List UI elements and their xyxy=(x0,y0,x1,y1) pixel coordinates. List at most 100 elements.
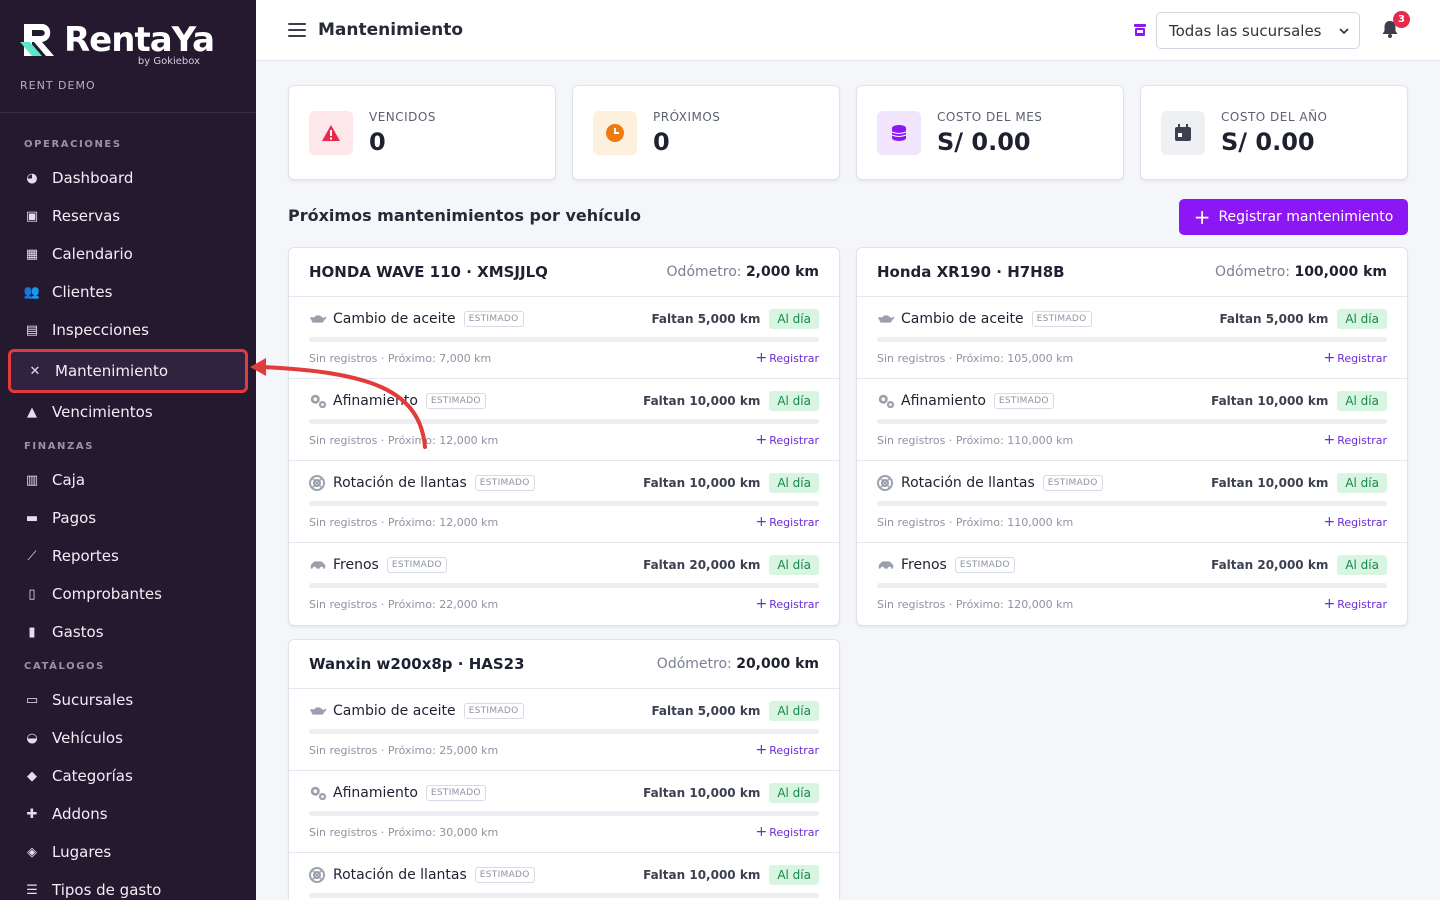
sidebar-item-pagos[interactable]: ▬ Pagos xyxy=(0,499,256,537)
stat-card: COSTO DEL AÑO S/ 0.00 xyxy=(1140,85,1408,180)
sidebar-item-label: Clientes xyxy=(52,283,113,301)
branch-select[interactable]: Todas las sucursales xyxy=(1156,12,1360,49)
sidebar: RentaYa by Gokiebox RENT DEMO OPERACIONE… xyxy=(0,0,256,900)
maintenance-row: Rotación de llantas ESTIMADO Faltan 10,0… xyxy=(289,853,839,900)
sidebar-item-reportes[interactable]: ⟋ Reportes xyxy=(0,537,256,575)
register-link[interactable]: + Registrar xyxy=(755,432,819,448)
sidebar-item-label: Lugares xyxy=(52,843,112,861)
store-icon: ▭ xyxy=(25,692,39,708)
register-link[interactable]: + Registrar xyxy=(1323,432,1387,448)
maintenance-info: Sin registros · Próximo: 120,000 km xyxy=(877,597,1074,611)
status-badge: Al día xyxy=(1337,473,1387,493)
cash-register-icon: ▥ xyxy=(25,472,39,488)
remaining-distance: Faltan 10,000 km xyxy=(643,868,761,882)
maintenance-name: Afinamiento xyxy=(901,393,986,409)
register-link[interactable]: + Registrar xyxy=(755,350,819,366)
sidebar-item-label: Calendario xyxy=(52,245,133,263)
sidebar-item-calendario[interactable]: ▦ Calendario xyxy=(0,235,256,273)
maintenance-info: Sin registros · Próximo: 30,000 km xyxy=(309,825,499,839)
stat-label: VENCIDOS xyxy=(369,109,436,124)
maintenance-name: Afinamiento xyxy=(333,785,418,801)
register-link[interactable]: + Registrar xyxy=(755,742,819,758)
chevron-down-icon xyxy=(1339,27,1349,34)
estimated-badge: ESTIMADO xyxy=(474,475,535,491)
sidebar-item-label: Tipos de gasto xyxy=(52,881,162,899)
register-link-label: Registrar xyxy=(1337,434,1387,447)
vehicle-card: Honda XR190 · H7H8B Odómetro: 100,000 km… xyxy=(856,247,1408,626)
calendar-icon: ▦ xyxy=(25,246,39,262)
sidebar-item-dashboard[interactable]: ◕ Dashboard xyxy=(0,159,256,197)
notification-badge: 3 xyxy=(1393,11,1410,28)
register-link[interactable]: + Registrar xyxy=(755,514,819,530)
sidebar-item-gastos[interactable]: ▮ Gastos xyxy=(0,613,256,651)
remaining-distance: Faltan 20,000 km xyxy=(1211,558,1329,572)
maintenance-info: Sin registros · Próximo: 7,000 km xyxy=(309,351,492,365)
sidebar-item-reservas[interactable]: ▣ Reservas xyxy=(0,197,256,235)
sidebar-item-vencimientos[interactable]: ▲ Vencimientos xyxy=(0,393,256,431)
map-marker-icon: ◈ xyxy=(27,844,37,860)
logo[interactable]: RentaYa xyxy=(20,20,236,60)
maintenance-info: Sin registros · Próximo: 12,000 km xyxy=(309,433,499,447)
register-maintenance-button[interactable]: + Registrar mantenimiento xyxy=(1179,199,1408,235)
plus-icon: + xyxy=(755,742,768,758)
sidebar-item-label: Addons xyxy=(52,805,108,823)
brand-name: RentaYa xyxy=(64,20,215,60)
brake-icon xyxy=(877,558,895,572)
progress-bar xyxy=(309,419,819,424)
progress-bar xyxy=(309,729,819,734)
sidebar-item-lugares[interactable]: ◈ Lugares xyxy=(0,833,256,871)
calendar-icon xyxy=(1161,110,1205,155)
sidebar-item-sucursales[interactable]: ▭ Sucursales xyxy=(0,681,256,719)
tools-icon: ✕ xyxy=(29,363,41,379)
maintenance-row: Cambio de aceite ESTIMADO Faltan 5,000 k… xyxy=(289,297,839,379)
register-link-label: Registrar xyxy=(769,434,819,447)
remaining-distance: Faltan 10,000 km xyxy=(643,476,761,490)
sidebar-item-clientes[interactable]: 👥 Clientes xyxy=(0,273,256,311)
register-link-label: Registrar xyxy=(769,826,819,839)
stat-card: COSTO DEL MES S/ 0.00 xyxy=(856,85,1124,180)
vehicle-name: Honda XR190 · H7H8B xyxy=(877,263,1065,281)
remaining-distance: Faltan 5,000 km xyxy=(651,704,761,718)
sidebar-item-tipos-de-gasto[interactable]: ☰ Tipos de gasto xyxy=(0,871,256,900)
sidebar-item-mantenimiento[interactable]: ✕ Mantenimiento xyxy=(8,349,248,393)
sidebar-item-comprobantes[interactable]: ▯ Comprobantes xyxy=(0,575,256,613)
warning-triangle-icon xyxy=(309,110,353,155)
brand: RentaYa by Gokiebox RENT DEMO xyxy=(0,0,256,113)
maintenance-row: Afinamiento ESTIMADO Faltan 10,000 km Al… xyxy=(289,379,839,461)
tags-icon: ◆ xyxy=(27,768,37,784)
register-link[interactable]: + Registrar xyxy=(1323,350,1387,366)
plus-icon: + xyxy=(755,514,768,530)
rentaya-logo-icon xyxy=(20,24,54,56)
sidebar-item-categor-as[interactable]: ◆ Categorías xyxy=(0,757,256,795)
progress-bar xyxy=(309,811,819,816)
status-badge: Al día xyxy=(769,391,819,411)
progress-bar xyxy=(877,583,1387,588)
maintenance-row: Afinamiento ESTIMADO Faltan 10,000 km Al… xyxy=(289,771,839,853)
remaining-distance: Faltan 10,000 km xyxy=(643,394,761,408)
remaining-distance: Faltan 10,000 km xyxy=(1211,394,1329,408)
page-title: Mantenimiento xyxy=(318,20,464,40)
status-badge: Al día xyxy=(769,473,819,493)
register-link-label: Registrar xyxy=(769,516,819,529)
sidebar-item-inspecciones[interactable]: ▤ Inspecciones xyxy=(0,311,256,349)
sidebar-item-addons[interactable]: ✚ Addons xyxy=(0,795,256,833)
oil-can-icon xyxy=(309,704,327,718)
dashboard-icon: ◕ xyxy=(26,170,38,186)
register-link[interactable]: + Registrar xyxy=(755,596,819,612)
estimated-badge: ESTIMADO xyxy=(954,557,1015,573)
sidebar-item-label: Dashboard xyxy=(52,169,134,187)
cogs-icon xyxy=(877,394,895,409)
status-badge: Al día xyxy=(769,555,819,575)
sidebar-item-caja[interactable]: ▥ Caja xyxy=(0,461,256,499)
remaining-distance: Faltan 5,000 km xyxy=(1219,312,1329,326)
register-link-label: Registrar xyxy=(769,744,819,757)
sidebar-item-veh-culos[interactable]: ◒ Vehículos xyxy=(0,719,256,757)
menu-toggle-icon[interactable] xyxy=(288,23,306,37)
register-link[interactable]: + Registrar xyxy=(1323,514,1387,530)
register-link[interactable]: + Registrar xyxy=(1323,596,1387,612)
sidebar-item-label: Mantenimiento xyxy=(55,362,168,380)
progress-bar xyxy=(309,337,819,342)
progress-bar xyxy=(877,337,1387,342)
stat-value: S/ 0.00 xyxy=(1221,127,1315,156)
register-link[interactable]: + Registrar xyxy=(755,824,819,840)
